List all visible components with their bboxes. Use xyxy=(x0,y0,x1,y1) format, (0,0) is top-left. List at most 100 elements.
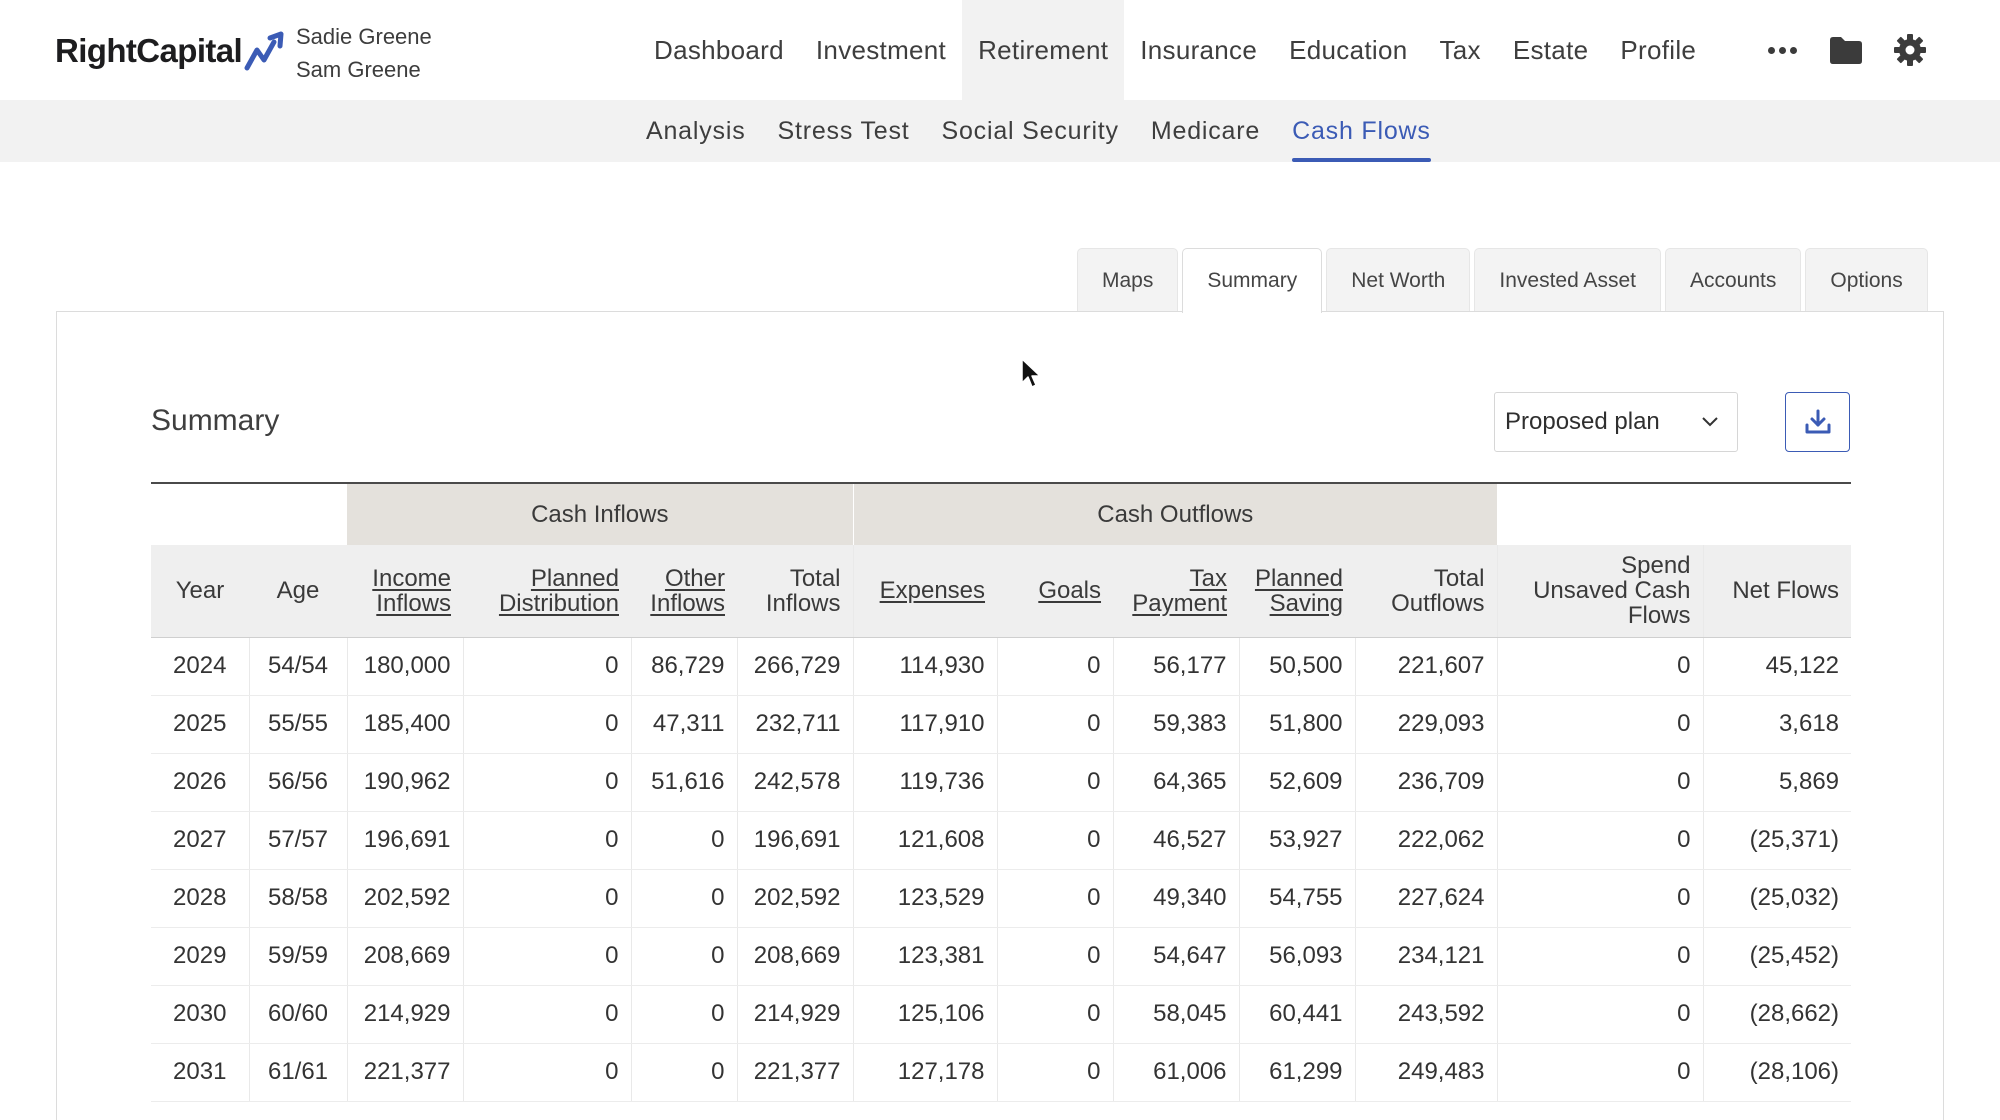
table-cell: 59,383 xyxy=(1112,695,1240,754)
more-icon[interactable] xyxy=(1762,30,1802,70)
table-cell: 51,616 xyxy=(630,753,737,812)
column-header-goals[interactable]: Goals xyxy=(997,545,1114,638)
column-header-text: Age xyxy=(276,577,320,605)
column-header-text: Total xyxy=(1433,564,1485,592)
nav-icon-group xyxy=(1762,30,1930,70)
logo-text: RightCapital xyxy=(55,32,243,69)
table-cell: 123,381 xyxy=(852,927,998,986)
subnav-medicare[interactable]: Medicare xyxy=(1135,100,1276,162)
nav-investment[interactable]: Investment xyxy=(800,0,962,100)
table-cell: 249,483 xyxy=(1354,1043,1498,1102)
table-cell: 0 xyxy=(630,1043,737,1102)
table-cell: 221,377 xyxy=(346,1043,463,1102)
table-cell: 196,691 xyxy=(736,811,854,870)
nav-tax[interactable]: Tax xyxy=(1423,0,1496,100)
download-icon xyxy=(1805,409,1830,434)
table-cell: 5,869 xyxy=(1702,753,1852,812)
subnav-cash-flows[interactable]: Cash Flows xyxy=(1276,100,1447,162)
column-header-total-outflows: Total Outflows xyxy=(1355,545,1498,638)
column-header-text: Flows xyxy=(1627,602,1691,630)
nav-insurance[interactable]: Insurance xyxy=(1124,0,1273,100)
table-cell: (25,371) xyxy=(1702,811,1852,870)
table-cell: 51,800 xyxy=(1238,695,1356,754)
nav-estate[interactable]: Estate xyxy=(1497,0,1605,100)
column-header-text: Saving xyxy=(1269,589,1344,617)
table-cell: 2030 xyxy=(151,985,249,1044)
table-cell: 2031 xyxy=(151,1043,249,1102)
table-cell: 0 xyxy=(462,869,631,928)
nav-profile[interactable]: Profile xyxy=(1604,0,1712,100)
column-header-tax-payment[interactable]: Tax Payment xyxy=(1113,545,1240,638)
column-header-text: Other xyxy=(664,564,725,592)
nav-education[interactable]: Education xyxy=(1273,0,1423,100)
table-cell: 229,093 xyxy=(1354,695,1498,754)
column-header-planned-saving[interactable]: Planned Saving xyxy=(1239,545,1356,638)
plan-select-dropdown[interactable]: Proposed plan xyxy=(1494,392,1738,452)
tab-summary[interactable]: Summary xyxy=(1182,248,1323,313)
table-cell: 0 xyxy=(1496,985,1704,1044)
table-cell: 0 xyxy=(630,985,737,1044)
table-cell: 52,609 xyxy=(1238,753,1356,812)
table-cell: 0 xyxy=(1496,753,1704,812)
cash-flow-tabs: Maps Summary Net Worth Invested Asset Ac… xyxy=(1073,248,1928,313)
table-cell: 0 xyxy=(996,695,1114,754)
table-cell: 0 xyxy=(1496,637,1704,696)
table-cell: 0 xyxy=(996,985,1114,1044)
table-cell: 0 xyxy=(1496,1043,1704,1102)
table-cell: 208,669 xyxy=(736,927,854,986)
column-header-year: Year xyxy=(151,545,249,638)
rightcapital-logo[interactable]: RightCapital xyxy=(55,30,288,72)
nav-retirement[interactable]: Retirement xyxy=(962,0,1125,100)
table-cell: 185,400 xyxy=(346,695,463,754)
client-name: Sadie Greene xyxy=(296,24,432,49)
column-header-planned-distribution[interactable]: Planned Distribution xyxy=(463,545,631,638)
column-header-text: Distribution xyxy=(498,589,619,617)
top-navigation-bar: RightCapital Sadie Greene Sam Greene Das… xyxy=(0,0,2000,100)
table-cell: 232,711 xyxy=(736,695,854,754)
chevron-down-icon xyxy=(1702,417,1718,427)
table-cell: 222,062 xyxy=(1354,811,1498,870)
group-header-blank xyxy=(151,482,347,545)
table-cell: 0 xyxy=(462,811,631,870)
table-cell: 45,122 xyxy=(1702,637,1852,696)
nav-dashboard[interactable]: Dashboard xyxy=(638,0,800,100)
table-cell: 0 xyxy=(996,753,1114,812)
subnav-social-security[interactable]: Social Security xyxy=(926,100,1135,162)
table-cell: 2028 xyxy=(151,869,249,928)
table-cell: (25,032) xyxy=(1702,869,1852,928)
table-cell: 55/55 xyxy=(248,695,347,754)
gear-icon[interactable] xyxy=(1890,30,1930,70)
table-cell: 2027 xyxy=(151,811,249,870)
column-header-income-inflows[interactable]: Income Inflows xyxy=(347,545,463,638)
table-cell: 2029 xyxy=(151,927,249,986)
folder-icon[interactable] xyxy=(1826,30,1866,70)
table-cell: 180,000 xyxy=(346,637,463,696)
table-cell: 54/54 xyxy=(248,637,347,696)
table-cell: 234,121 xyxy=(1354,927,1498,986)
tab-accounts[interactable]: Accounts xyxy=(1664,248,1802,312)
column-header-text: Net Flows xyxy=(1732,577,1840,605)
column-header-other-inflows[interactable]: Other Inflows xyxy=(631,545,737,638)
tab-invested-asset[interactable]: Invested Asset xyxy=(1474,248,1661,312)
download-button[interactable] xyxy=(1785,392,1850,452)
table-cell: 2025 xyxy=(151,695,249,754)
tab-options[interactable]: Options xyxy=(1805,248,1928,312)
group-header-cash-outflows: Cash Outflows xyxy=(852,482,1498,545)
table-row: 2026 56/56 190,962 0 51,616 242,578 119,736 0 64… xyxy=(151,753,1852,812)
main-nav: Dashboard Investment Retirement Insuranc… xyxy=(638,0,1712,100)
tab-maps[interactable]: Maps xyxy=(1077,248,1179,312)
table-row: 2030 60/60 214,929 0 0 214,929 125,106 0 58,045 6… xyxy=(151,985,1852,1044)
subnav-analysis[interactable]: Analysis xyxy=(630,100,762,162)
table-cell: 49,340 xyxy=(1112,869,1240,928)
column-header-text: Spend xyxy=(1621,552,1691,580)
client-name: Sam Greene xyxy=(296,57,421,82)
table-cell: 58/58 xyxy=(248,869,347,928)
table-cell: 86,729 xyxy=(630,637,737,696)
client-names[interactable]: Sadie Greene Sam Greene xyxy=(296,20,432,86)
column-header-expenses[interactable]: Expenses xyxy=(852,545,998,638)
tab-net-worth[interactable]: Net Worth xyxy=(1326,248,1471,312)
logo-arrow-icon xyxy=(244,31,284,71)
table-cell: 221,377 xyxy=(736,1043,854,1102)
table-cell: 64,365 xyxy=(1112,753,1240,812)
subnav-stress-test[interactable]: Stress Test xyxy=(762,100,926,162)
